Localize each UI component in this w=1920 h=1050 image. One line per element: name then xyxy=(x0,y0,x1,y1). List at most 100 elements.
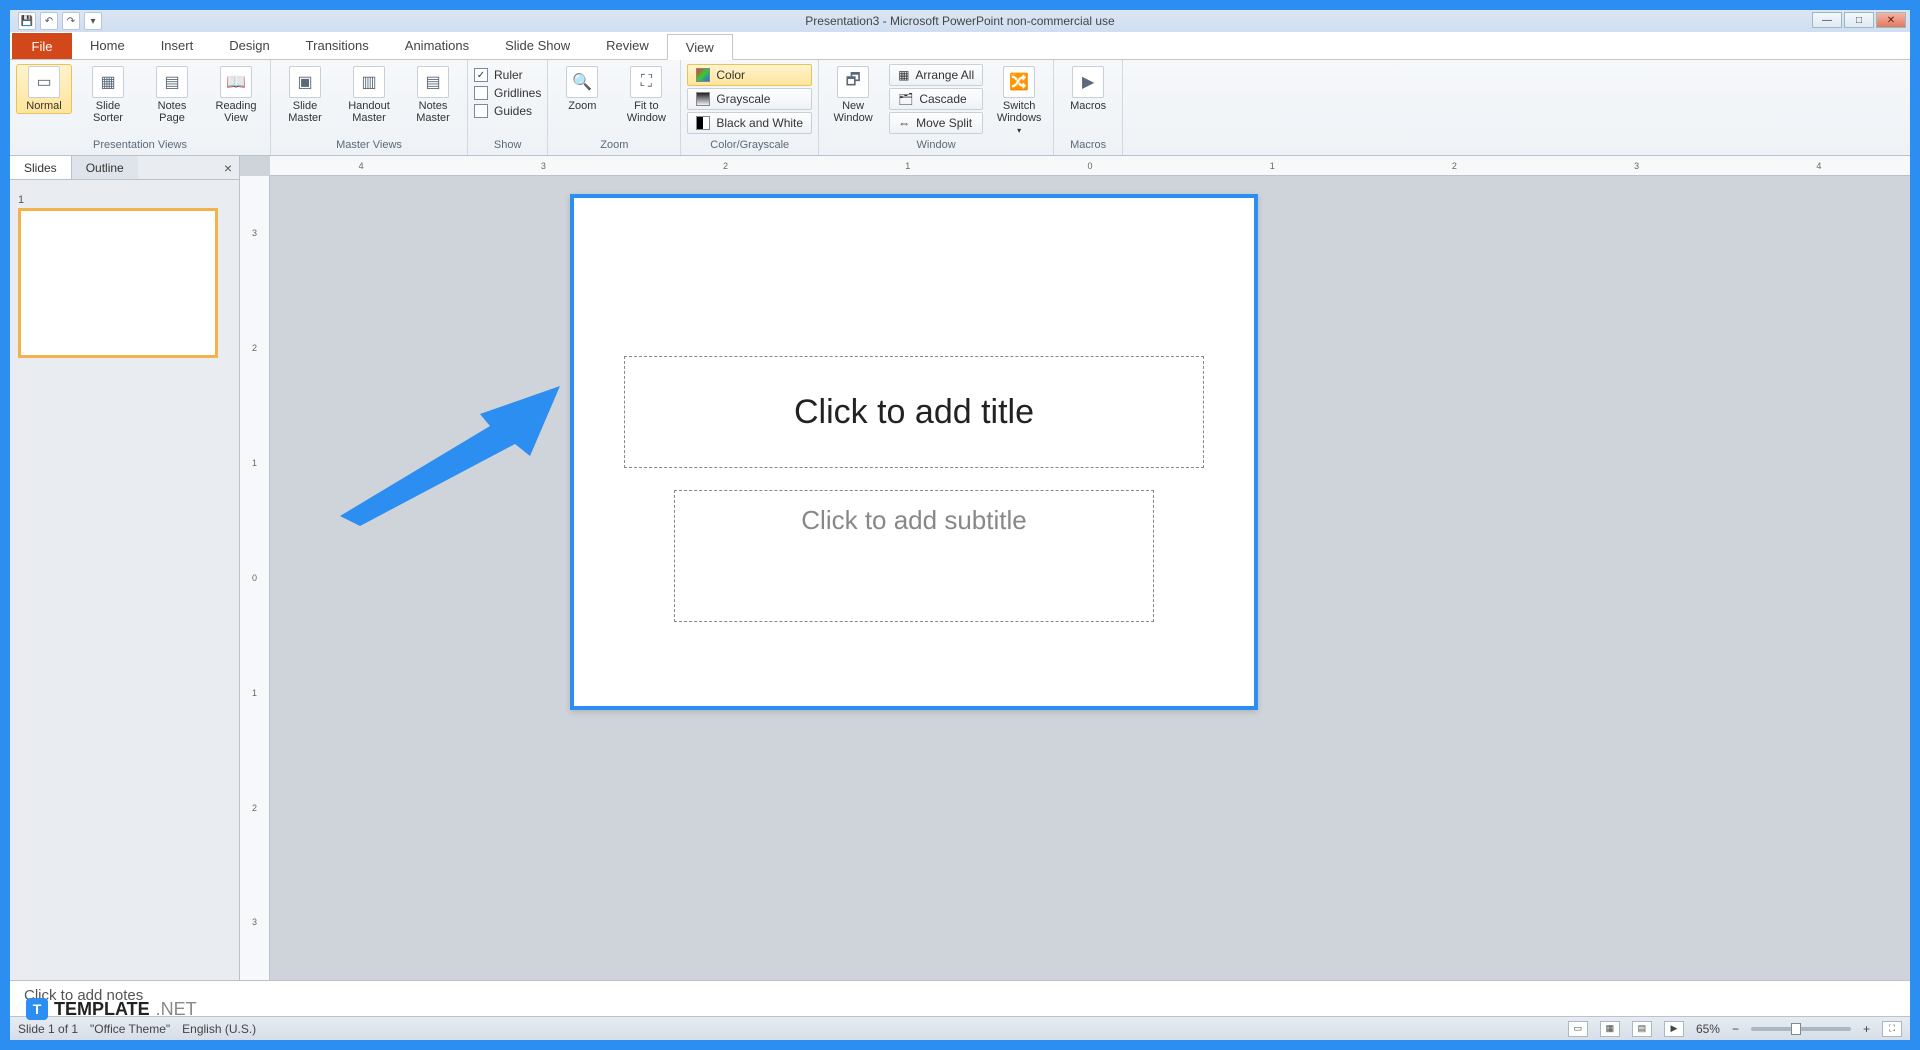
group-label-macros: Macros xyxy=(1060,137,1116,153)
tab-slide-show[interactable]: Slide Show xyxy=(487,33,588,59)
group-macros: ▶Macros Macros xyxy=(1054,60,1123,155)
slide-sorter-icon: ▦ xyxy=(92,66,124,98)
qat-redo-icon[interactable]: ↷ xyxy=(62,12,80,30)
handout-master-button[interactable]: ▥Handout Master xyxy=(341,64,397,124)
zoom-percent: 65% xyxy=(1696,1022,1720,1036)
notes-page-label: Notes Page xyxy=(158,100,187,124)
fit-window-icon: ⛶ xyxy=(630,66,662,98)
ruler-tick: 3 xyxy=(252,228,257,238)
guides-checkbox[interactable]: Guides xyxy=(474,104,541,118)
guides-checkbox-label: Guides xyxy=(494,104,532,118)
grayscale-button-label: Grayscale xyxy=(716,92,770,106)
view-normal-icon[interactable]: ▭ xyxy=(1568,1021,1588,1037)
vertical-ruler: 3 2 1 0 1 2 3 xyxy=(240,176,270,980)
tab-design[interactable]: Design xyxy=(211,33,287,59)
titlebar: 💾 ↶ ↷ ▾ Presentation3 - Microsoft PowerP… xyxy=(10,10,1910,32)
zoom-in-button[interactable]: + xyxy=(1863,1022,1870,1036)
view-slideshow-icon[interactable]: ▶ xyxy=(1664,1021,1684,1037)
ruler-tick: 1 xyxy=(1270,161,1275,171)
color-button-label: Color xyxy=(716,68,745,82)
switch-windows-label: Switch Windows xyxy=(997,100,1042,124)
tab-view[interactable]: View xyxy=(667,34,733,60)
qat-save-icon[interactable]: 💾 xyxy=(18,12,36,30)
gridlines-checkbox[interactable]: Gridlines xyxy=(474,86,541,100)
arrange-all-button[interactable]: ▦Arrange All xyxy=(889,64,983,86)
close-button[interactable]: ✕ xyxy=(1876,12,1906,28)
view-sorter-icon[interactable]: ▦ xyxy=(1600,1021,1620,1037)
fit-to-window-button[interactable]: ⛶Fit to Window xyxy=(618,64,674,124)
slide-1[interactable]: Click to add title Click to add subtitle xyxy=(570,194,1258,710)
watermark-suffix: .NET xyxy=(156,999,197,1020)
cascade-icon: 🗂 xyxy=(898,92,913,106)
slide-master-button[interactable]: ▣Slide Master xyxy=(277,64,333,124)
minimize-button[interactable]: — xyxy=(1812,12,1842,28)
view-reading-icon[interactable]: ▤ xyxy=(1632,1021,1652,1037)
title-placeholder[interactable]: Click to add title xyxy=(624,356,1204,468)
watermark-brand: TEMPLATE xyxy=(54,999,150,1020)
outline-tab[interactable]: Outline xyxy=(72,156,138,179)
ribbon: ▭Normal ▦Slide Sorter ▤Notes Page 📖Readi… xyxy=(10,60,1910,156)
ruler-tick: 3 xyxy=(541,161,546,171)
qat-customize-icon[interactable]: ▾ xyxy=(84,12,102,30)
normal-view-icon: ▭ xyxy=(28,66,60,98)
macros-button[interactable]: ▶Macros xyxy=(1060,64,1116,112)
statusbar: Slide 1 of 1 "Office Theme" English (U.S… xyxy=(10,1016,1910,1040)
slide-master-label: Slide Master xyxy=(288,100,322,124)
slide-sorter-label: Slide Sorter xyxy=(93,100,123,124)
zoom-slider-knob[interactable] xyxy=(1791,1023,1801,1035)
zoom-button[interactable]: 🔍Zoom xyxy=(554,64,610,112)
quick-access-toolbar: 💾 ↶ ↷ ▾ xyxy=(10,12,102,30)
close-pane-icon[interactable]: × xyxy=(217,156,239,179)
checkbox-icon xyxy=(474,86,488,100)
black-white-button[interactable]: Black and White xyxy=(687,112,812,134)
slide-sorter-button[interactable]: ▦Slide Sorter xyxy=(80,64,136,124)
tab-insert[interactable]: Insert xyxy=(143,33,212,59)
ribbon-tabstrip: File Home Insert Design Transitions Anim… xyxy=(10,32,1910,60)
subtitle-placeholder[interactable]: Click to add subtitle xyxy=(674,490,1154,622)
new-window-button[interactable]: 🗗New Window xyxy=(825,64,881,124)
qat-undo-icon[interactable]: ↶ xyxy=(40,12,58,30)
slides-tab[interactable]: Slides xyxy=(10,156,72,179)
status-theme: "Office Theme" xyxy=(90,1022,170,1036)
cascade-button[interactable]: 🗂Cascade xyxy=(889,88,983,110)
workspace: Slides Outline × 1 4 3 2 1 0 1 2 3 xyxy=(10,156,1910,980)
notes-master-label: Notes Master xyxy=(416,100,450,124)
arrange-all-icon: ▦ xyxy=(898,68,909,82)
zoom-slider[interactable] xyxy=(1751,1027,1851,1031)
group-label-show: Show xyxy=(474,137,541,153)
reading-view-button[interactable]: 📖Reading View xyxy=(208,64,264,124)
group-label-presentation-views: Presentation Views xyxy=(16,137,264,153)
maximize-button[interactable]: □ xyxy=(1844,12,1874,28)
window-title: Presentation3 - Microsoft PowerPoint non… xyxy=(805,14,1114,28)
notes-pane[interactable]: Click to add notes xyxy=(10,980,1910,1016)
watermark: T TEMPLATE.NET xyxy=(26,998,197,1020)
tab-transitions[interactable]: Transitions xyxy=(288,33,387,59)
slide-thumbnail-1[interactable] xyxy=(18,208,218,358)
normal-view-button[interactable]: ▭Normal xyxy=(16,64,72,114)
group-show: ✓Ruler Gridlines Guides Show xyxy=(468,60,548,155)
ruler-tick: 2 xyxy=(1452,161,1457,171)
group-color-grayscale: Color Grayscale Black and White Color/Gr… xyxy=(681,60,819,155)
notes-page-button[interactable]: ▤Notes Page xyxy=(144,64,200,124)
notes-master-button[interactable]: ▤Notes Master xyxy=(405,64,461,124)
grayscale-button[interactable]: Grayscale xyxy=(687,88,812,110)
fit-slide-icon[interactable]: ⛶ xyxy=(1882,1021,1902,1037)
switch-windows-button[interactable]: 🔀Switch Windows▾ xyxy=(991,64,1047,135)
handout-master-icon: ▥ xyxy=(353,66,385,98)
ruler-tick: 1 xyxy=(905,161,910,171)
move-split-button[interactable]: ⇔Move Split xyxy=(889,112,983,134)
group-master-views: ▣Slide Master ▥Handout Master ▤Notes Mas… xyxy=(271,60,468,155)
tab-file[interactable]: File xyxy=(12,33,72,59)
tab-animations[interactable]: Animations xyxy=(387,33,487,59)
status-language[interactable]: English (U.S.) xyxy=(182,1022,256,1036)
color-button[interactable]: Color xyxy=(687,64,812,86)
zoom-out-button[interactable]: − xyxy=(1732,1022,1739,1036)
tab-home[interactable]: Home xyxy=(72,33,143,59)
group-label-window: Window xyxy=(825,137,1047,153)
tab-review[interactable]: Review xyxy=(588,33,667,59)
ruler-tick: 3 xyxy=(252,917,257,927)
macros-label: Macros xyxy=(1070,100,1106,112)
reading-view-label: Reading View xyxy=(216,100,257,124)
ruler-checkbox[interactable]: ✓Ruler xyxy=(474,68,541,82)
group-label-color-grayscale: Color/Grayscale xyxy=(687,137,812,153)
